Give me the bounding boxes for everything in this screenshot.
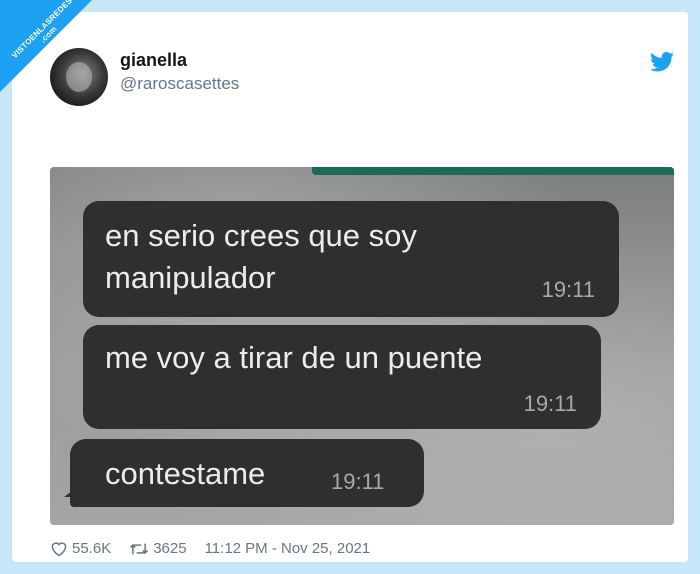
user-handle[interactable]: @raroscasettes xyxy=(120,74,239,94)
chat-screenshot-image[interactable]: en serio crees que soy manipulador 19:11… xyxy=(50,167,674,525)
chat-header-bar xyxy=(312,167,674,175)
message-bubble: en serio crees que soy manipulador 19:11 xyxy=(83,201,619,317)
message-time: 19:11 xyxy=(541,277,595,302)
message-time: 19:11 xyxy=(331,469,385,494)
like-count: 55.6K xyxy=(72,540,112,557)
tweet-timestamp[interactable]: 11:12 PM - Nov 25, 2021 xyxy=(205,540,371,557)
message-time: 19:11 xyxy=(523,391,577,416)
message-text: contestame xyxy=(105,456,266,491)
avatar[interactable] xyxy=(50,48,108,106)
like-button[interactable]: 55.6K xyxy=(50,540,111,557)
retweet-button[interactable]: 3625 xyxy=(129,540,187,557)
message-text: me voy a tirar de un puente xyxy=(105,340,483,375)
message-bubble: me voy a tirar de un puente 19:11 xyxy=(83,325,601,429)
message-bubble: contestame 19:11 xyxy=(70,439,424,507)
heart-icon xyxy=(51,541,67,556)
display-name[interactable]: gianella xyxy=(120,50,187,71)
retweet-icon xyxy=(130,543,149,554)
twitter-bird-icon[interactable] xyxy=(650,52,674,72)
retweet-count: 3625 xyxy=(153,540,187,557)
tweet-card: gianella @raroscasettes en serio crees q… xyxy=(12,12,688,562)
tweet-footer: 55.6K 3625 11:12 PM - Nov 25, 2021 xyxy=(50,540,388,557)
message-text: en serio crees que soy manipulador xyxy=(105,218,417,295)
